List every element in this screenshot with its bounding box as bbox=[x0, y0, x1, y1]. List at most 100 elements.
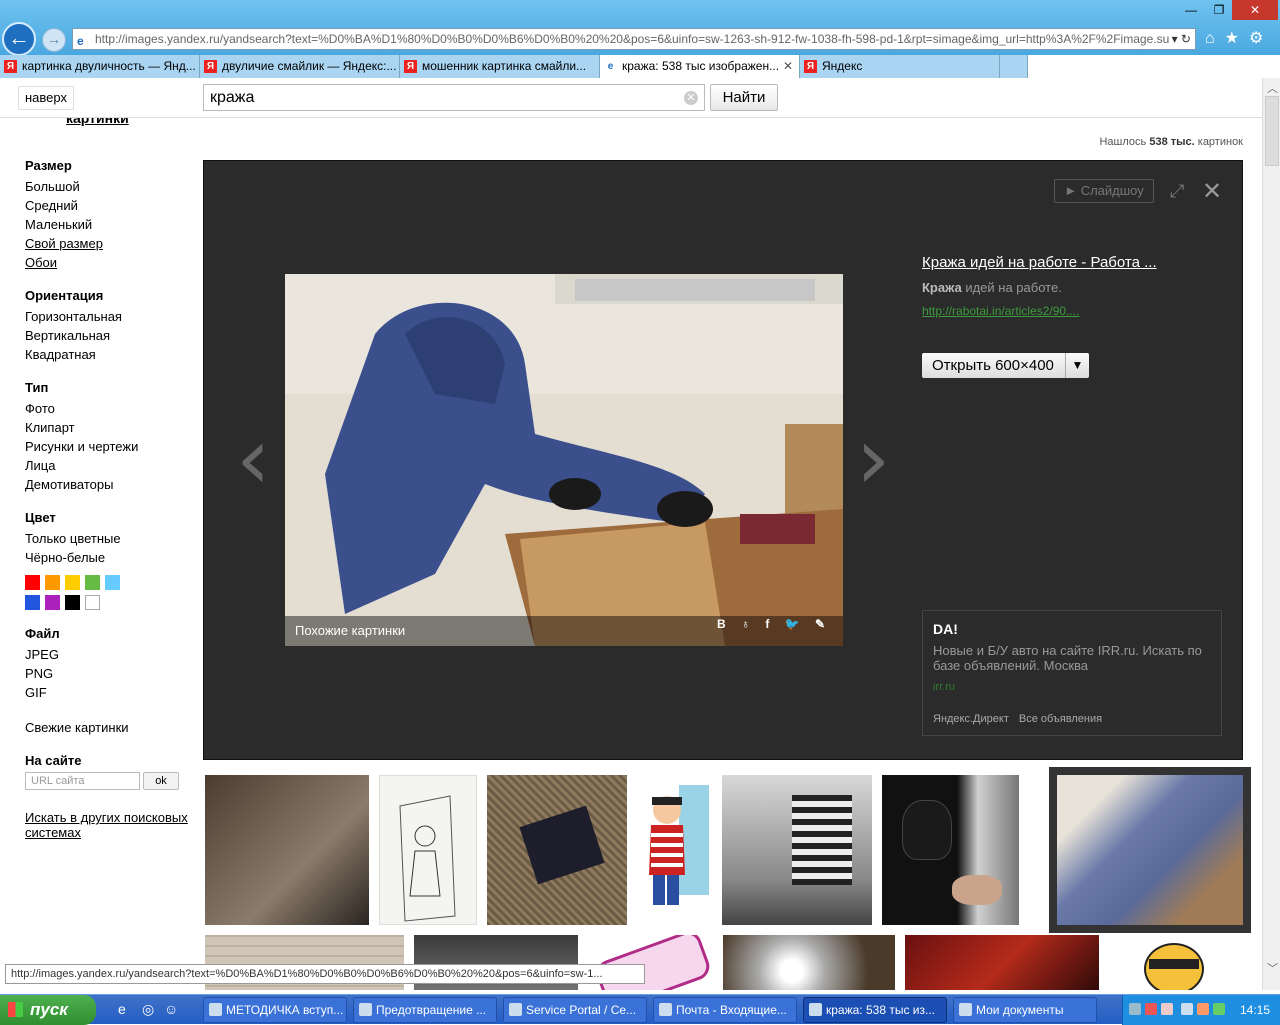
task-my-documents[interactable]: Мои документы bbox=[953, 997, 1097, 1023]
ad-site[interactable]: irr.ru bbox=[933, 681, 1211, 693]
tray-icon-5[interactable] bbox=[1197, 1003, 1209, 1015]
color-only[interactable]: Только цветные bbox=[25, 529, 200, 548]
close-window-button[interactable]: ✕ bbox=[1232, 0, 1278, 20]
color-swatch-7[interactable] bbox=[45, 595, 60, 610]
thumbnail-3[interactable] bbox=[487, 775, 627, 925]
share-icons[interactable]: В ♁ f 🐦 ✎ bbox=[717, 609, 831, 639]
all-ads-link[interactable]: Все объявления bbox=[1019, 713, 1102, 725]
address-controls[interactable]: ▾ ↻ bbox=[1172, 29, 1191, 49]
main-photo[interactable]: Похожие картинки В ♁ f 🐦 ✎ bbox=[285, 274, 843, 646]
ad-block[interactable]: DA! Новые и Б/У авто на сайте IRR.ru. Ис… bbox=[922, 610, 1222, 736]
next-image-arrow-icon[interactable]: › bbox=[856, 416, 890, 502]
thumbnail-2[interactable] bbox=[379, 775, 477, 925]
color-swatch-9[interactable] bbox=[85, 595, 100, 610]
orientation-vertical[interactable]: Вертикальная bbox=[25, 326, 200, 345]
tray-icon-4[interactable] bbox=[1181, 1003, 1193, 1015]
color-swatch-5[interactable] bbox=[105, 575, 120, 590]
ad-title[interactable]: DA! bbox=[933, 621, 1211, 637]
prev-image-arrow-icon[interactable]: ‹ bbox=[236, 416, 270, 502]
maximize-button[interactable]: ❐ bbox=[1204, 0, 1234, 20]
orientation-horizontal[interactable]: Горизонтальная bbox=[25, 307, 200, 326]
fullscreen-icon[interactable]: ⤢ bbox=[1170, 181, 1184, 202]
vertical-scrollbar[interactable]: ︿ ﹀ bbox=[1262, 78, 1280, 990]
thumbnail-1[interactable] bbox=[205, 775, 369, 925]
tab-4-active[interactable]: e кража: 538 тыс изображен... ✕ bbox=[600, 55, 800, 78]
orientation-square[interactable]: Квадратная bbox=[25, 345, 200, 364]
color-swatch-3[interactable] bbox=[65, 575, 80, 590]
tray-network-icon[interactable] bbox=[1213, 1003, 1225, 1015]
type-demotivators[interactable]: Демотиваторы bbox=[25, 475, 200, 494]
tab-5[interactable]: Я Яндекс bbox=[800, 55, 1000, 78]
scroll-up-icon[interactable]: ︿ bbox=[1267, 80, 1278, 96]
thumbnail-6[interactable] bbox=[882, 775, 1019, 925]
fresh-images-link[interactable]: Свежие картинки bbox=[25, 718, 200, 737]
site-url-input[interactable]: URL сайта bbox=[25, 772, 140, 790]
find-button[interactable]: Найти bbox=[710, 84, 778, 111]
tray-icon-2[interactable] bbox=[1145, 1003, 1157, 1015]
start-button[interactable]: пуск bbox=[0, 995, 96, 1025]
close-tab-icon[interactable]: ✕ bbox=[783, 55, 793, 78]
type-photo[interactable]: Фото bbox=[25, 399, 200, 418]
task-word-prevention[interactable]: Предотвращение ... bbox=[353, 997, 497, 1023]
yandex-direct-link[interactable]: Яндекс.Директ bbox=[933, 713, 1009, 725]
image-source-link[interactable]: http://rabotai.in/articles2/90.... bbox=[922, 304, 1222, 318]
task-mail[interactable]: Почта - Входящие... bbox=[653, 997, 797, 1023]
scroll-down-icon[interactable]: ﹀ bbox=[1267, 960, 1278, 976]
task-word-methodichka[interactable]: МЕТОДИЧКА вступ... bbox=[203, 997, 347, 1023]
color-swatch-4[interactable] bbox=[85, 575, 100, 590]
address-bar[interactable]: e http://images.yandex.ru/yandsearch?tex… bbox=[72, 28, 1196, 50]
color-swatch-6[interactable] bbox=[25, 595, 40, 610]
black-white[interactable]: Чёрно-белые bbox=[25, 548, 200, 567]
tab-3[interactable]: Ямошенник картинка смайли... bbox=[400, 55, 600, 78]
slideshow-button[interactable]: ► Слайдшоу bbox=[1054, 179, 1154, 203]
new-tab-button[interactable] bbox=[1000, 55, 1028, 78]
task-ie-active[interactable]: кража: 538 тыс из... bbox=[803, 997, 947, 1023]
quicklaunch-outlook-icon[interactable]: ◎ bbox=[142, 1001, 154, 1018]
type-faces[interactable]: Лица bbox=[25, 456, 200, 475]
other-engines-link[interactable]: Искать в других поисковых системах bbox=[25, 810, 200, 840]
tab-1[interactable]: Якартинка двуличность — Янд... bbox=[0, 55, 200, 78]
color-swatch-2[interactable] bbox=[45, 575, 60, 590]
word-icon bbox=[209, 1003, 222, 1016]
sizes-dropdown-icon[interactable]: ▼ bbox=[1065, 353, 1089, 378]
tray-icon-3[interactable] bbox=[1161, 1003, 1173, 1015]
close-viewer-icon[interactable]: ✕ bbox=[1202, 177, 1222, 206]
quicklaunch-app-icon[interactable]: ☺ bbox=[164, 1001, 178, 1017]
thumbnail-4[interactable] bbox=[637, 775, 712, 925]
tray-icon-1[interactable] bbox=[1129, 1003, 1141, 1015]
back-button[interactable]: ← bbox=[2, 22, 36, 56]
minimize-button[interactable]: — bbox=[1176, 0, 1206, 20]
size-medium[interactable]: Средний bbox=[25, 196, 200, 215]
site-ok-button[interactable]: ok bbox=[143, 772, 179, 790]
size-large[interactable]: Большой bbox=[25, 177, 200, 196]
thumbnail-5[interactable] bbox=[722, 775, 872, 925]
type-drawings[interactable]: Рисунки и чертежи bbox=[25, 437, 200, 456]
scroll-thumb[interactable] bbox=[1265, 96, 1279, 166]
color-swatch-8[interactable] bbox=[65, 595, 80, 610]
tab-2[interactable]: Ядвуличие смайлик — Яндекс:... bbox=[200, 55, 400, 78]
size-custom[interactable]: Свой размер bbox=[25, 234, 200, 253]
toolbar-icons[interactable]: ⌂★⚙ bbox=[1205, 28, 1273, 48]
thumbnail-13[interactable] bbox=[1109, 935, 1239, 990]
type-heading: Тип bbox=[25, 380, 49, 395]
thumbnail-11[interactable] bbox=[723, 935, 895, 990]
type-clipart[interactable]: Клипарт bbox=[25, 418, 200, 437]
image-title-link[interactable]: Кража идей на работе - Работа ... bbox=[922, 254, 1222, 271]
file-gif[interactable]: GIF bbox=[25, 683, 200, 702]
task-ie-service-portal[interactable]: Service Portal / Ce... bbox=[503, 997, 647, 1023]
system-tray: 14:15 bbox=[1122, 995, 1280, 1025]
size-small[interactable]: Маленький bbox=[25, 215, 200, 234]
color-swatch-1[interactable] bbox=[25, 575, 40, 590]
open-image-button[interactable]: Открыть 600×400 ▼ bbox=[922, 353, 1089, 378]
search-input[interactable]: кража ✕ bbox=[203, 84, 705, 111]
clear-search-icon[interactable]: ✕ bbox=[684, 91, 698, 105]
thumbnail-12[interactable] bbox=[905, 935, 1099, 990]
scroll-to-top-button[interactable]: наверх bbox=[18, 86, 74, 110]
forward-button[interactable]: → bbox=[42, 28, 66, 52]
thumbnail-7-selected[interactable] bbox=[1049, 767, 1251, 933]
similar-images-bar[interactable]: Похожие картинки В ♁ f 🐦 ✎ bbox=[285, 616, 843, 646]
quicklaunch-ie-icon[interactable]: e bbox=[118, 1001, 126, 1017]
file-jpeg[interactable]: JPEG bbox=[25, 645, 200, 664]
size-wallpaper[interactable]: Обои bbox=[25, 253, 200, 272]
file-png[interactable]: PNG bbox=[25, 664, 200, 683]
